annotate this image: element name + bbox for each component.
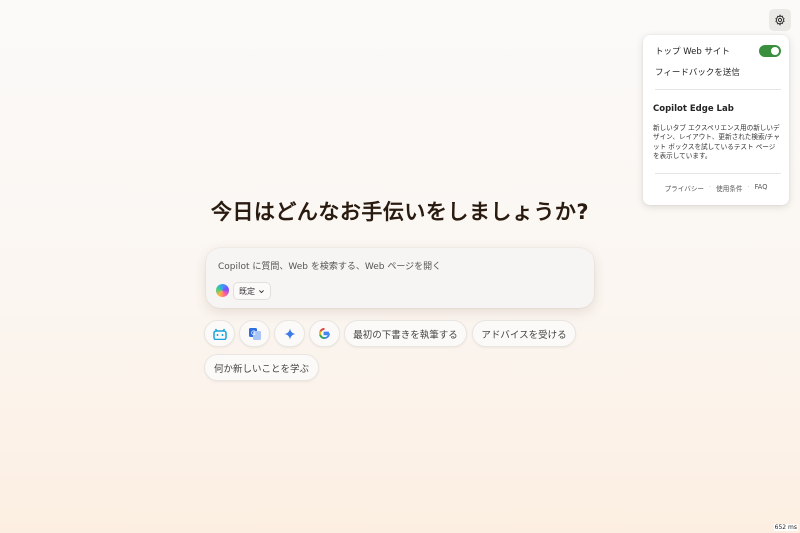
settings-button[interactable]	[769, 9, 791, 31]
learn-chip[interactable]: 何か新しいことを学ぶ	[204, 354, 319, 381]
panel-footer: プライバシー · 使用条件 · FAQ	[643, 183, 789, 193]
top-sites-toggle[interactable]	[759, 45, 781, 57]
google-chip[interactable]	[309, 320, 340, 347]
feedback-link[interactable]: フィードバックを送信	[655, 66, 740, 78]
chat-box[interactable]: Copilot に質問、Web を検索する、Web ページを開く 既定	[206, 248, 594, 308]
sparkle-icon	[284, 328, 295, 339]
chevron-down-icon	[259, 289, 264, 293]
separator: ·	[747, 183, 750, 191]
gear-icon	[775, 14, 785, 26]
google-icon	[319, 328, 330, 339]
divider	[655, 173, 781, 174]
bilibili-chip[interactable]	[204, 320, 235, 347]
page-title: 今日はどんなお手伝いをしましょうか?	[210, 200, 590, 224]
lab-title: Copilot Edge Lab	[653, 104, 734, 114]
toggle-knob	[771, 47, 779, 55]
privacy-link[interactable]: プライバシー	[665, 183, 704, 193]
faq-link[interactable]: FAQ	[755, 183, 768, 193]
draft-chip[interactable]: 最初の下書きを執筆する	[344, 320, 467, 347]
translate-chip[interactable]: G	[239, 320, 270, 347]
divider	[655, 89, 781, 90]
bilibili-icon	[212, 328, 227, 340]
terms-link[interactable]: 使用条件	[716, 183, 742, 193]
mode-label: 既定	[239, 286, 255, 296]
top-sites-label: トップ Web サイト	[655, 47, 730, 57]
mode-selector[interactable]: 既定	[233, 282, 271, 300]
copilot-icon	[216, 284, 229, 297]
settings-panel: トップ Web サイト フィードバックを送信 Copilot Edge Lab …	[643, 35, 789, 205]
svg-text:G: G	[251, 330, 256, 337]
perf-readout: 652 ms	[773, 524, 798, 531]
chat-input[interactable]: Copilot に質問、Web を検索する、Web ページを開く	[218, 259, 441, 272]
translate-icon: G	[248, 327, 261, 340]
lab-description: 新しいタブ エクスペリエンス用の新しいデザイン、レイアウト、更新された検索/チャ…	[653, 124, 780, 161]
separator: ·	[709, 183, 712, 191]
sparkle-chip[interactable]	[274, 320, 305, 347]
top-sites-row: トップ Web サイト	[655, 44, 781, 58]
advice-chip[interactable]: アドバイスを受ける	[472, 320, 576, 347]
